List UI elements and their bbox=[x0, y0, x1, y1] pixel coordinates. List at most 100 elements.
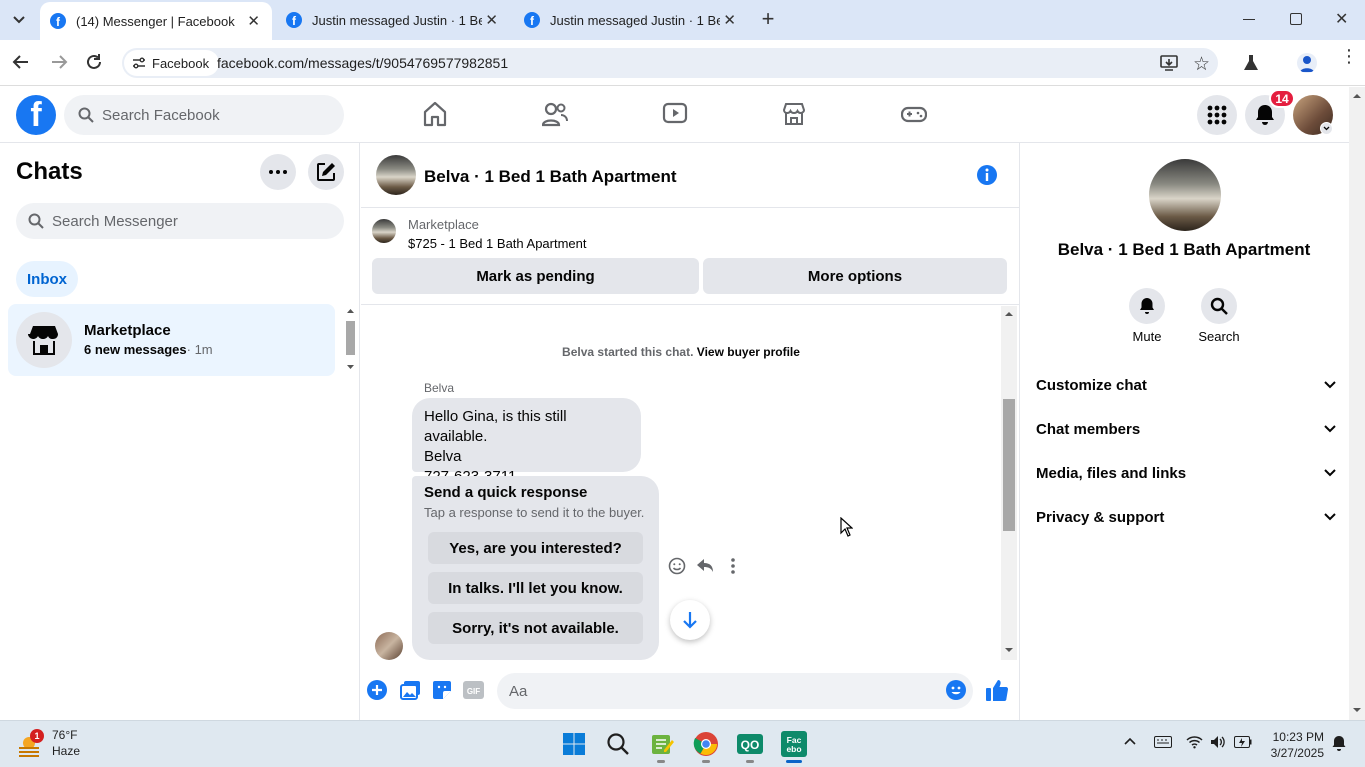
chat-list-scrollbar[interactable] bbox=[343, 306, 358, 374]
url-text[interactable]: facebook.com/messages/t/9054769577982851 bbox=[217, 55, 508, 71]
facebook-search-input[interactable]: Search Facebook bbox=[64, 95, 344, 135]
close-tab-icon[interactable]: ✕ bbox=[485, 11, 498, 29]
chats-options-button[interactable] bbox=[260, 154, 296, 190]
search-in-conversation-button[interactable] bbox=[1201, 288, 1237, 324]
new-message-button[interactable] bbox=[308, 154, 344, 190]
taskbar-clock[interactable]: 10:23 PM 3/27/2025 bbox=[1268, 729, 1324, 761]
minimize-window-icon[interactable] bbox=[1243, 19, 1255, 20]
battery-icon[interactable] bbox=[1234, 736, 1252, 748]
running-indicator bbox=[657, 760, 665, 763]
mute-button[interactable] bbox=[1129, 288, 1165, 324]
listing-thumbnail[interactable] bbox=[372, 219, 396, 243]
labs-flask-icon[interactable] bbox=[1243, 54, 1259, 72]
taskbar-app-chrome[interactable] bbox=[691, 729, 721, 759]
quick-response-button[interactable]: Yes, are you interested? bbox=[428, 532, 643, 564]
start-button[interactable] bbox=[559, 729, 589, 759]
tray-overflow-icon[interactable] bbox=[1124, 737, 1136, 745]
bookmark-star-icon[interactable]: ☆ bbox=[1193, 53, 1210, 76]
chat-started-notice: Belva started this chat. View buyer prof… bbox=[361, 345, 1001, 359]
close-tab-icon[interactable]: ✕ bbox=[247, 12, 260, 30]
thread-scrollbar[interactable] bbox=[1001, 306, 1017, 660]
keyboard-icon[interactable] bbox=[1154, 736, 1172, 748]
mouse-cursor-icon bbox=[840, 517, 853, 537]
more-actions-button[interactable] bbox=[367, 680, 387, 700]
taskbar-search-button[interactable] bbox=[603, 729, 633, 759]
message-more-button[interactable] bbox=[730, 558, 736, 574]
back-arrow-icon bbox=[12, 55, 28, 69]
mark-as-pending-button[interactable]: Mark as pending bbox=[372, 258, 699, 294]
site-info-chip[interactable]: Facebook bbox=[124, 50, 220, 76]
weather-widget[interactable]: 1 76°F Haze bbox=[16, 727, 80, 759]
quick-response-button[interactable]: In talks. I'll let you know. bbox=[428, 572, 643, 604]
listing-title[interactable]: $725 - 1 Bed 1 Bath Apartment bbox=[408, 236, 587, 251]
notification-count-badge: 14 bbox=[1269, 89, 1295, 108]
nav-gaming-button[interactable] bbox=[901, 101, 927, 127]
browser-tab-justin-2[interactable]: f Justin messaged Justin · 1 Bed 1 ✕ bbox=[514, 4, 748, 36]
react-button[interactable] bbox=[668, 557, 686, 575]
svg-text:GIF: GIF bbox=[467, 687, 480, 696]
search-icon bbox=[1210, 297, 1228, 315]
more-options-button[interactable]: More options bbox=[703, 258, 1007, 294]
page-scrollbar[interactable] bbox=[1349, 87, 1365, 720]
media-files-links-section[interactable]: Media, files and links bbox=[1036, 461, 1336, 485]
chat-members-section[interactable]: Chat members bbox=[1036, 417, 1336, 441]
profile-icon[interactable] bbox=[1297, 53, 1317, 73]
emoji-button[interactable] bbox=[946, 680, 966, 700]
close-tab-icon[interactable]: ✕ bbox=[723, 11, 736, 29]
taskbar-app-qo[interactable]: QO bbox=[735, 729, 765, 759]
browser-tab-messenger[interactable]: f (14) Messenger | Facebook ✕ bbox=[40, 2, 272, 40]
plus-circle-icon bbox=[367, 680, 387, 700]
chat-name: Marketplace bbox=[84, 322, 171, 339]
back-button[interactable] bbox=[12, 53, 30, 71]
like-send-button[interactable] bbox=[985, 678, 1009, 702]
sticker-button[interactable] bbox=[432, 680, 452, 700]
section-label: Privacy & support bbox=[1036, 508, 1165, 526]
gif-button[interactable]: GIF bbox=[463, 680, 484, 700]
incoming-message-bubble[interactable]: Hello Gina, is this still available. Bel… bbox=[412, 398, 641, 485]
notification-center-icon[interactable] bbox=[1332, 735, 1346, 751]
forward-button[interactable] bbox=[50, 53, 68, 71]
forward-arrow-icon bbox=[52, 55, 68, 69]
facebook-favicon-icon: f bbox=[286, 12, 302, 28]
nav-home-button[interactable] bbox=[423, 101, 447, 127]
thumbs-up-icon bbox=[986, 680, 1009, 701]
conversation-title[interactable]: Belva · 1 Bed 1 Bath Apartment bbox=[424, 167, 677, 187]
close-window-icon[interactable]: ✕ bbox=[1335, 9, 1348, 29]
taskbar-app-facebook[interactable]: Fac ebo bbox=[779, 729, 809, 759]
messenger-search-input[interactable]: Search Messenger bbox=[16, 203, 344, 239]
nav-friends-button[interactable] bbox=[542, 101, 568, 127]
active-app-indicator bbox=[786, 760, 802, 763]
wifi-icon[interactable] bbox=[1186, 735, 1203, 749]
privacy-support-section[interactable]: Privacy & support bbox=[1036, 505, 1336, 529]
message-input[interactable]: Aa bbox=[497, 673, 973, 709]
quick-response-button[interactable]: Sorry, it's not available. bbox=[428, 612, 643, 644]
customize-chat-section[interactable]: Customize chat bbox=[1036, 373, 1336, 397]
preview-time: · 1m bbox=[186, 342, 213, 357]
restore-window-icon[interactable] bbox=[1290, 13, 1302, 25]
conversation-info-button[interactable] bbox=[975, 163, 999, 187]
photo-icon bbox=[400, 681, 420, 700]
browser-tab-justin-1[interactable]: f Justin messaged Justin · 1 Bed 1 ✕ bbox=[276, 4, 510, 36]
running-indicator bbox=[746, 760, 754, 763]
conversation-avatar[interactable] bbox=[376, 155, 416, 195]
inbox-filter-tab[interactable]: Inbox bbox=[16, 261, 78, 297]
new-tab-button[interactable]: + bbox=[757, 8, 779, 31]
attach-photo-button[interactable] bbox=[400, 680, 421, 700]
nav-marketplace-button[interactable] bbox=[781, 101, 807, 127]
taskbar-app-notepad[interactable] bbox=[647, 729, 677, 759]
reload-button[interactable] bbox=[85, 53, 103, 71]
scroll-to-bottom-button[interactable] bbox=[670, 600, 710, 640]
browser-menu-icon[interactable]: ⋮ bbox=[1340, 47, 1358, 73]
account-chevron-icon[interactable] bbox=[1320, 122, 1333, 135]
view-buyer-profile-link[interactable]: View buyer profile bbox=[697, 345, 800, 359]
facebook-logo[interactable]: f bbox=[16, 95, 56, 135]
details-avatar[interactable] bbox=[1149, 159, 1221, 231]
svg-text:QO: QO bbox=[741, 738, 760, 752]
install-app-icon[interactable] bbox=[1160, 55, 1178, 71]
volume-icon[interactable] bbox=[1210, 735, 1226, 749]
tab-search-button[interactable] bbox=[8, 10, 30, 30]
menu-grid-button[interactable] bbox=[1197, 95, 1237, 135]
nav-video-button[interactable] bbox=[662, 101, 688, 127]
reply-button[interactable] bbox=[696, 558, 714, 574]
chats-heading: Chats bbox=[16, 158, 83, 185]
